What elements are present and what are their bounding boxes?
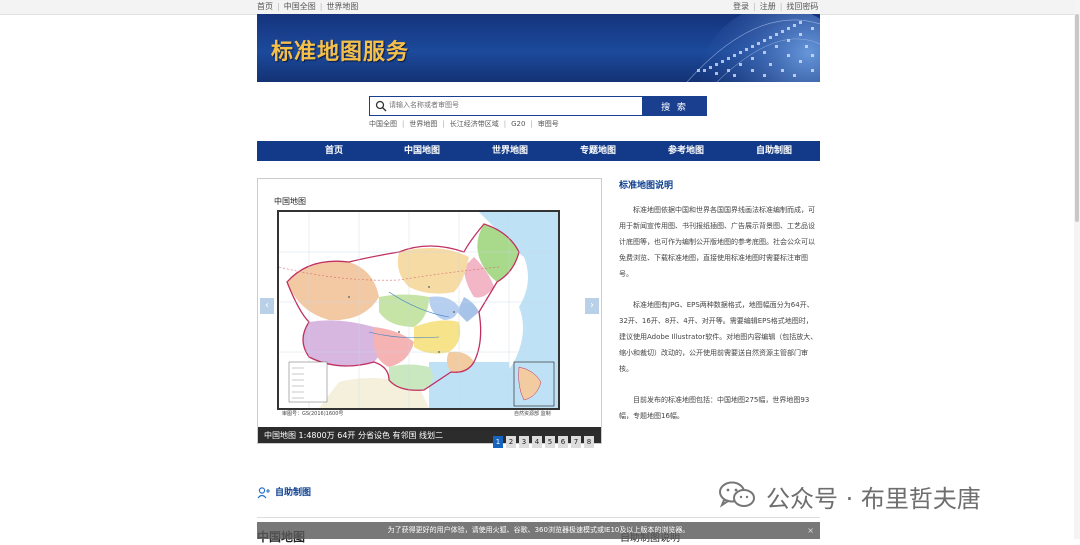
top-right-links: 登录 | 注册 | 找回密码 xyxy=(733,1,818,13)
divider: | xyxy=(753,2,756,11)
site-title: 标准地图服务 xyxy=(271,40,410,65)
globe-graphic xyxy=(686,14,820,82)
login-link[interactable]: 登录 xyxy=(733,2,749,11)
divider: | xyxy=(442,120,445,128)
main-nav: 首页 中国地图 世界地图 专题地图 参考地图 自助制图 xyxy=(257,141,820,161)
nav-item-world-map[interactable]: 世界地图 xyxy=(466,141,554,161)
approval-number: 审图号：GS(2016)1600号 xyxy=(282,411,344,417)
divider: | xyxy=(503,120,507,128)
page-button-8[interactable]: 8 xyxy=(584,436,594,448)
page-button-4[interactable]: 4 xyxy=(532,436,542,448)
browser-notice: 为了获得更好的用户体验，请使用火狐、谷歌、360浏览器极速模式或IE10及以上版… xyxy=(257,522,820,539)
register-link[interactable]: 注册 xyxy=(760,2,776,11)
close-icon[interactable]: × xyxy=(807,522,814,539)
search-box xyxy=(369,96,643,116)
description-paragraph: 目前发布的标准地图包括：中国地图275幅，世界地图93幅，专题地图16幅。 xyxy=(619,396,810,420)
top-link-china-map[interactable]: 中国全图 xyxy=(284,2,316,11)
search-input[interactable] xyxy=(389,98,634,112)
page-scrollbar[interactable] xyxy=(1074,0,1080,539)
divider: | xyxy=(277,2,280,11)
carousel-pager: 12345678 xyxy=(493,429,597,448)
description-paragraph: 标准地图有JPG、EPS两种数据格式，地图幅面分为64开、32开、16开、8开、… xyxy=(619,301,818,373)
page-button-2[interactable]: 2 xyxy=(506,436,516,448)
chevron-right-icon: › xyxy=(590,300,594,311)
page-button-1[interactable]: 1 xyxy=(493,436,503,448)
wechat-icon xyxy=(719,481,755,508)
nav-item-self-mapping[interactable]: 自助制图 xyxy=(730,141,818,161)
china-map-image[interactable] xyxy=(277,210,560,410)
page-button-3[interactable]: 3 xyxy=(519,436,529,448)
carousel-next-button[interactable]: › xyxy=(585,298,599,314)
section-title: 自助制图 xyxy=(275,488,312,498)
map-pin-icon xyxy=(257,487,270,499)
publisher: 自然资源部 监制 xyxy=(514,411,551,417)
divider: | xyxy=(402,120,405,128)
china-map-graphic xyxy=(278,212,558,408)
divider xyxy=(257,517,820,518)
top-bar: 首页 | 中国全图 | 世界地图 登录 | 注册 | 找回密码 xyxy=(0,0,1080,15)
carousel-caption-bar: 中国地图 1:4800万 64开 分省设色 有邻国 线划二 12345678 xyxy=(258,427,601,448)
browser-notice-text: 为了获得更好的用户体验，请使用火狐、谷歌、360浏览器极速模式或IE10及以上版… xyxy=(387,526,690,534)
scrollbar-thumb[interactable] xyxy=(1075,14,1079,222)
nav-item-china-map[interactable]: 中国地图 xyxy=(378,141,466,161)
nav-item-thematic-map[interactable]: 专题地图 xyxy=(554,141,642,161)
divider: | xyxy=(779,2,783,11)
quick-link-china-map[interactable]: 中国全图 xyxy=(369,120,397,128)
reset-password-link[interactable]: 找回密码 xyxy=(786,2,818,11)
divider: | xyxy=(319,2,323,11)
search-icon xyxy=(375,100,387,112)
chevron-left-icon: ‹ xyxy=(265,300,269,311)
quick-link-world-map[interactable]: 世界地图 xyxy=(409,120,437,128)
standard-map-description: 标准地图说明 标准地图依据中国和世界各国国界线画法标准编制而成，可用于新闻宣传用… xyxy=(619,178,819,424)
page-button-5[interactable]: 5 xyxy=(545,436,555,448)
carousel-prev-button[interactable]: ‹ xyxy=(260,298,274,314)
nav-item-reference-map[interactable]: 参考地图 xyxy=(642,141,730,161)
site-banner: 标准地图服务 xyxy=(257,14,820,82)
quick-link-approval-no[interactable]: 审图号 xyxy=(538,120,559,128)
map-image-title: 中国地图 xyxy=(274,197,306,206)
map-carousel: 中国地图 审图号：GS(2016)1600号 自然资源部 监制 ‹ › 中国地图… xyxy=(257,178,602,448)
top-link-home[interactable]: 首页 xyxy=(257,2,273,11)
page-button-6[interactable]: 6 xyxy=(558,436,568,448)
divider: | xyxy=(530,120,533,128)
quick-link-g20[interactable]: G20 xyxy=(511,120,525,128)
description-paragraph: 标准地图依据中国和世界各国国界线画法标准编制而成，可用于新闻宣传用图、书刊报纸插… xyxy=(619,206,815,278)
nav-item-home[interactable]: 首页 xyxy=(290,141,378,161)
quick-links: 中国全图 | 世界地图 | 长江经济带区域 | G20 | 审图号 xyxy=(369,120,559,129)
carousel-caption: 中国地图 1:4800万 64开 分省设色 有邻国 线划二 xyxy=(264,431,444,440)
page-button-7[interactable]: 7 xyxy=(571,436,581,448)
search-button[interactable]: 搜 索 xyxy=(642,96,707,116)
top-link-world-map[interactable]: 世界地图 xyxy=(326,2,358,11)
top-left-links: 首页 | 中国全图 | 世界地图 xyxy=(257,1,358,13)
watermark-text: 公众号 · 布里哲夫唐 xyxy=(766,485,981,513)
quick-link-yangtze[interactable]: 长江经济带区域 xyxy=(450,120,499,128)
description-title: 标准地图说明 xyxy=(619,181,674,191)
